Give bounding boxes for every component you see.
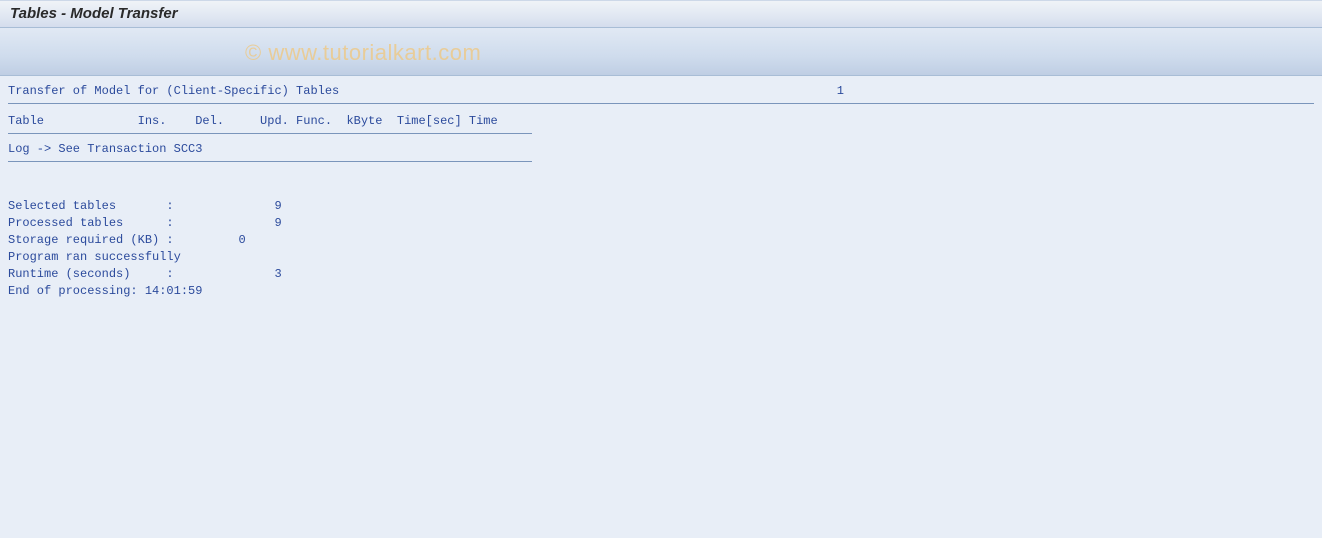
title-bar: Tables - Model Transfer (0, 0, 1322, 28)
report-content: Transfer of Model for (Client-Specific) … (0, 76, 1322, 300)
stat-storage-required: Storage required (KB) : 0 (8, 232, 1314, 249)
stat-selected-tables: Selected tables : 9 (8, 198, 1314, 215)
log-reference: Log -> See Transaction SCC3 (8, 134, 532, 162)
toolbar: © www.tutorialkart.com (0, 28, 1322, 76)
report-header-text: Transfer of Model for (Client-Specific) … (8, 84, 339, 98)
columns-header: Table Ins. Del. Upd. Func. kByte Time[se… (8, 106, 532, 134)
stat-program-ran: Program ran successfully (8, 249, 1314, 266)
stat-processed-tables: Processed tables : 9 (8, 215, 1314, 232)
stats-block: Selected tables : 9 Processed tables : 9… (8, 182, 1314, 300)
stat-runtime: Runtime (seconds) : 3 (8, 266, 1314, 283)
stat-end-processing: End of processing: 14:01:59 (8, 283, 1314, 300)
report-page-number: 1 (837, 84, 1314, 98)
report-header-row: Transfer of Model for (Client-Specific) … (8, 76, 1314, 104)
watermark-text: © www.tutorialkart.com (245, 40, 481, 66)
page-title: Tables - Model Transfer (10, 5, 178, 22)
